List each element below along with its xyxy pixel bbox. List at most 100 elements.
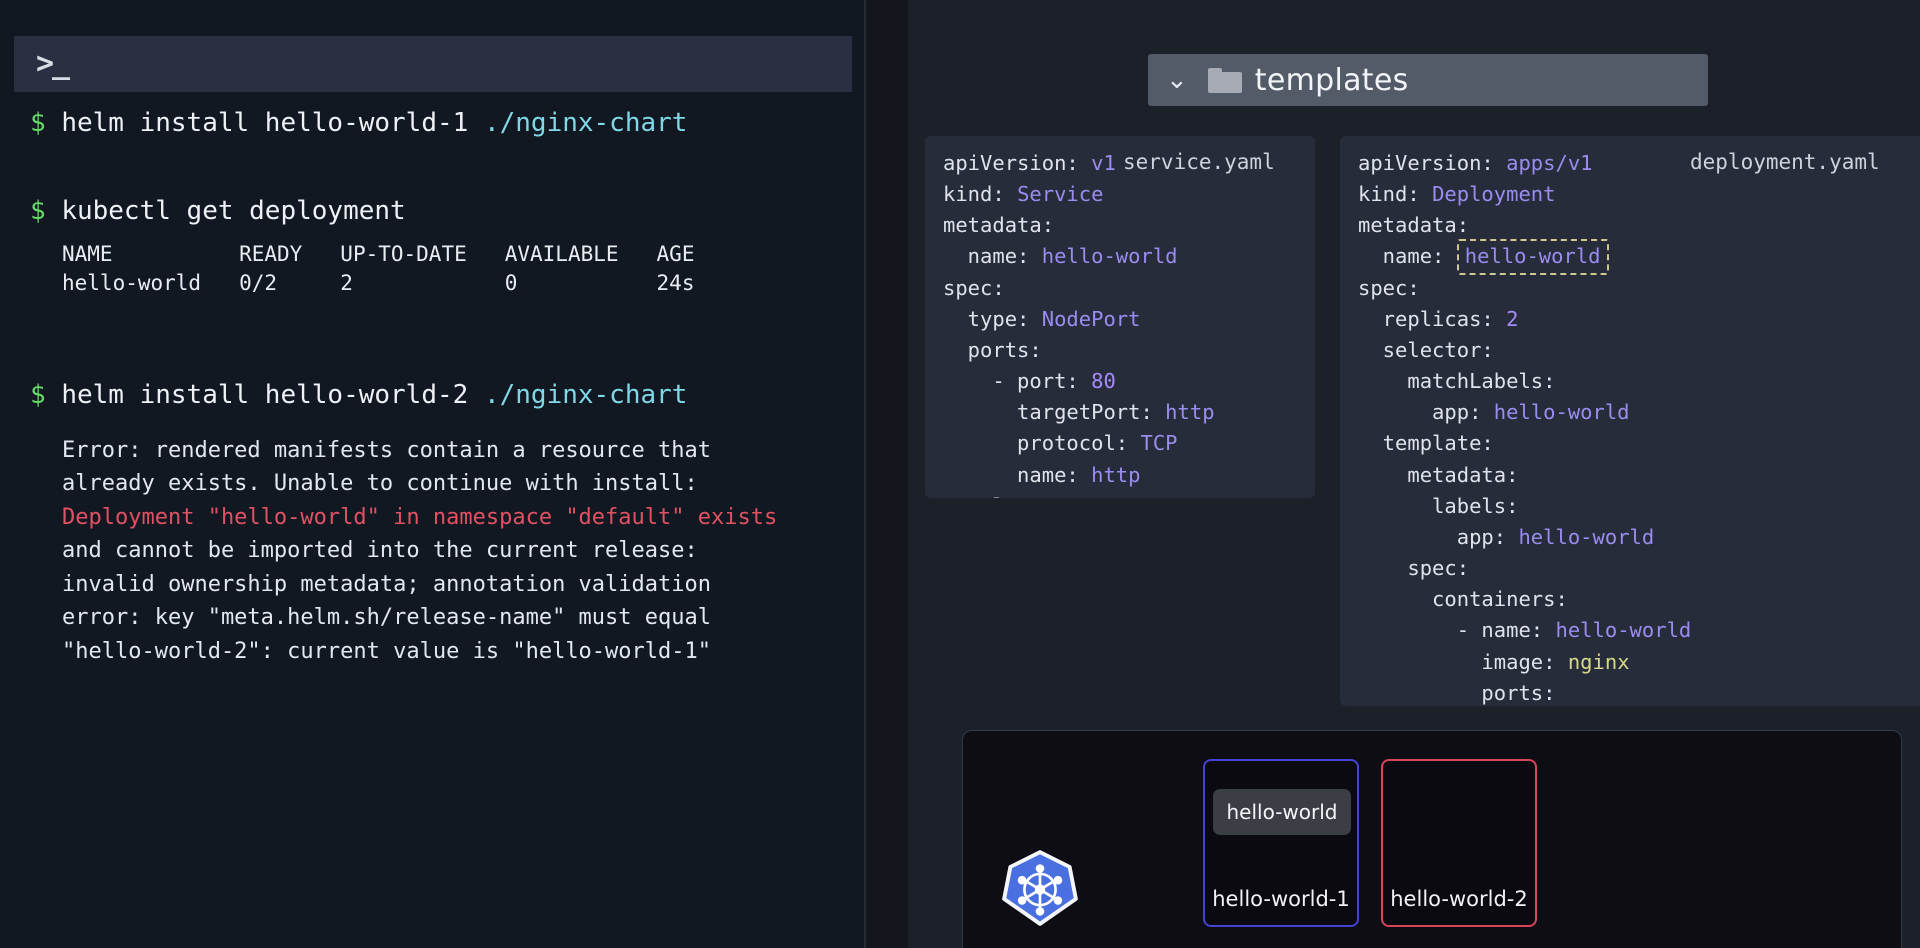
yaml-line: ports: (943, 335, 1215, 366)
yaml-key: name: (1358, 244, 1457, 269)
command-text: kubectl get deployment (61, 196, 406, 226)
yaml-line: template: (1358, 428, 1741, 459)
terminal-output: $ helm install hello-world-1 ./nginx-cha… (0, 108, 864, 668)
yaml-line: selector: (1358, 335, 1741, 366)
terminal-pane: >_ $ helm install hello-world-1 ./nginx-… (0, 0, 866, 948)
yaml-value: 80 (1091, 369, 1116, 394)
terminal-prompt-icon: >_ (36, 46, 70, 81)
command-text: helm install hello-world-2 (61, 380, 484, 410)
yaml-key: targetPort: (943, 400, 1166, 425)
yaml-value: http (1165, 400, 1215, 425)
yaml-line: name: hello-world (943, 241, 1215, 272)
folder-icon (1207, 67, 1242, 93)
error-line-1: Error: rendered manifests contain a reso… (62, 438, 712, 463)
yaml-key: ports: (943, 337, 1042, 362)
yaml-line: - name: hello-world (1358, 615, 1741, 646)
templates-folder-row[interactable]: ⌄ templates (1148, 54, 1708, 106)
service-yaml-card[interactable]: service.yaml apiVersion: v1 kind: Service… (925, 136, 1315, 498)
yaml-key: spec: (1358, 556, 1470, 581)
yaml-key: - port: (943, 369, 1092, 394)
yaml-line: labels: (1358, 491, 1741, 522)
col-up-to-date: UP-TO-DATE (340, 242, 467, 266)
yaml-key: metadata: (1358, 213, 1470, 238)
deployment-table: NAME READY UP-TO-DATE AVAILABLE AGE hell… (62, 244, 732, 294)
yaml-key: protocol: (943, 431, 1141, 456)
yaml-value: TCP (1140, 431, 1178, 456)
chevron-down-icon[interactable]: ⌄ (1166, 67, 1188, 93)
command-text: helm install hello-world-1 (61, 108, 484, 138)
yaml-line: - port: 80 (943, 366, 1215, 397)
deployment-yaml-card[interactable]: deployment.yaml apiVersion: apps/v1 kind:… (1340, 136, 1920, 706)
yaml-value: hello-world (1518, 524, 1655, 549)
yaml-line: replicas: 2 (1358, 304, 1741, 335)
yaml-line: metadata: (1358, 460, 1741, 491)
app-root: >_ $ helm install hello-world-1 ./nginx-… (0, 0, 1920, 948)
col-age: AGE (656, 242, 695, 266)
cell-name: hello-world (62, 271, 202, 295)
release-label: hello-world-1 (1212, 887, 1350, 911)
yaml-key: type: (943, 306, 1042, 331)
yaml-line: containers: (1358, 584, 1741, 615)
templates-folder-label: templates (1254, 62, 1409, 98)
resource-chip-hello-world[interactable]: hello-world (1213, 789, 1351, 835)
yaml-value: 2 (1506, 306, 1519, 331)
yaml-key: containers: (1358, 587, 1568, 612)
yaml-value: hello-world (1555, 618, 1692, 643)
release-label: hello-world-2 (1390, 887, 1528, 911)
yaml-value-selected[interactable]: hello-world (1456, 239, 1609, 275)
error-line-7: "hello-world-2": current value is "hello… (62, 638, 712, 664)
yaml-key: app: (1358, 524, 1519, 549)
yaml-value: v1 (1091, 151, 1116, 175)
error-line-6: error: key "meta.helm.sh/release-name" m… (62, 605, 712, 631)
prompt-dollar: $ (30, 380, 46, 410)
yaml-key: spec: (1358, 275, 1420, 300)
terminal-prompt-bar[interactable]: >_ (14, 36, 852, 92)
yaml-key: - name: (1358, 618, 1556, 643)
yaml-line: type: NodePort (943, 304, 1215, 335)
cell-up-to-date: 2 (340, 271, 353, 295)
yaml-key: apiVersion: (943, 151, 1092, 175)
yaml-value: hello-world (1493, 400, 1630, 425)
yaml-line: spec: (1358, 553, 1741, 584)
yaml-key: replicas: (1358, 306, 1507, 331)
yaml-line: spec: (943, 273, 1215, 304)
error-line-2: already exists. Unable to continue with … (62, 471, 698, 497)
yaml-value: http (1091, 462, 1141, 487)
yaml-line: targetPort: http (943, 397, 1215, 428)
command-line-2: $ kubectl get deployment (0, 196, 864, 226)
cell-age: 24s (656, 271, 695, 295)
yaml-key: name: (943, 462, 1092, 487)
yaml-line: image: nginx (1358, 647, 1741, 678)
yaml-key: matchLabels: (1358, 369, 1556, 394)
yaml-key: image: (1358, 649, 1568, 674)
yaml-key: selector: (943, 494, 1079, 498)
release-box-hello-world-2[interactable]: hello-world-2 (1381, 759, 1537, 927)
cell-ready: 0/2 (239, 271, 278, 295)
yaml-line: protocol: TCP (943, 428, 1215, 459)
release-box-hello-world-1[interactable]: hello-world hello-world-1 (1203, 759, 1359, 927)
error-line-3-highlight: Deployment "hello-world" in namespace "d… (62, 504, 778, 530)
prompt-dollar: $ (30, 108, 46, 138)
table-row: hello-world 0/2 2 0 24s (62, 273, 732, 294)
yaml-line: apiVersion: v1 (943, 148, 1215, 179)
yaml-line: app: hello-world (1358, 522, 1741, 553)
yaml-key: name: (943, 244, 1042, 269)
yaml-line: spec: (1358, 273, 1741, 304)
service-yaml-code: apiVersion: v1 kind: Service metadata: nam… (943, 148, 1215, 498)
yaml-value: NodePort (1041, 306, 1141, 331)
yaml-key: apiVersion: (1358, 151, 1507, 175)
yaml-key: metadata: (1358, 462, 1519, 487)
col-available: AVAILABLE (504, 242, 619, 266)
yaml-key: template: (1358, 431, 1494, 456)
yaml-line: ports: (1358, 678, 1741, 706)
command-line-3: $ helm install hello-world-2 ./nginx-cha… (0, 380, 864, 410)
yaml-value: Service (1017, 182, 1104, 207)
yaml-key: kind: (943, 182, 1018, 207)
prompt-dollar: $ (30, 196, 46, 226)
cell-available: 0 (504, 271, 518, 295)
error-line-5: invalid ownership metadata; annotation v… (62, 571, 712, 597)
yaml-line: selector: (943, 491, 1215, 498)
kubernetes-logo-icon (1002, 850, 1078, 926)
